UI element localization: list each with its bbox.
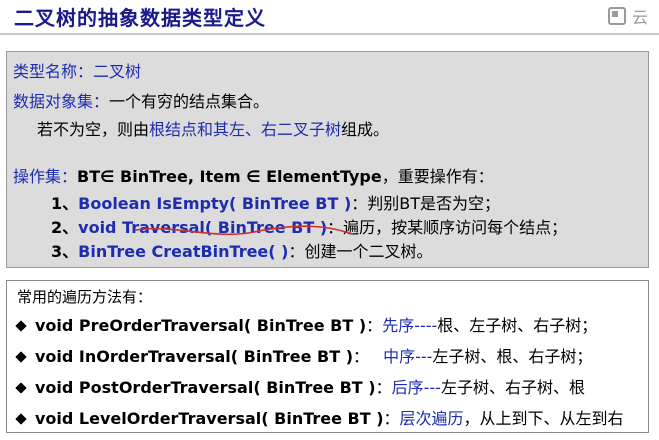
nonempty-prefix: 若不为空，则由 [37,120,150,139]
data-objects-value: 一个有穷的结点集合。 [109,92,270,111]
traversal-signature: void InOrderTraversal( BinTree BT ) [35,347,354,366]
watermark-text: 云 [632,8,649,27]
traversal-item: void LevelOrderTraversal( BinTree BT )：层… [13,405,624,429]
cloud-logo-icon [608,7,626,25]
traversal-colon: ： [375,378,392,397]
ops-suffix: ，重要操作有： [381,167,494,186]
traversal-colon: ： [366,316,383,335]
traversal-description: 左子树、根、右子树； [432,347,593,366]
traversal-heading: 常用的遍历方法有： [17,288,153,306]
traversal-name: 层次遍历 [399,409,464,428]
ops-text: BT∈ BinTree, Item ∈ ElementType [77,167,382,186]
nonempty-suffix: 组成。 [341,120,390,139]
adt-definition-box: 类型名称：二叉树 数据对象集：一个有穷的结点集合。 若不为空，则由根结点和其左、… [6,51,649,268]
traversal-signature: void PreOrderTraversal( BinTree BT ) [35,316,367,335]
traversal-item: void PostOrderTraversal( BinTree BT )：后序… [13,374,585,398]
title-divider [0,33,659,35]
ops-line: 操作集：BT∈ BinTree, Item ∈ ElementType，重要操作… [13,163,494,187]
traversal-methods-box: 常用的遍历方法有： void PreOrderTraversal( BinTre… [6,280,649,433]
type-name-label: 类型名称： [13,62,94,81]
operation-description: ：遍历，按某顺序访问每个结点； [327,218,568,237]
traversal-name: 后序--- [391,378,441,397]
operation-number: 1、 [51,194,79,213]
data-objects-label: 数据对象集： [13,92,110,111]
traversal-description: 根、左子树、右子树； [437,316,598,335]
operation-item: 3、BinTree CreatBinTree( )：创建一个二叉树。 [51,238,433,262]
traversal-colon: ： [353,347,370,366]
diamond-bullet-icon [15,413,27,425]
operation-signature: Boolean IsEmpty( BinTree BT ) [78,194,352,213]
operation-description: ：创建一个二叉树。 [288,242,433,261]
traversal-name: 中序--- [383,347,433,366]
page-title: 二叉树的抽象数据类型定义 [14,6,266,30]
traversal-signature: void PostOrderTraversal( BinTree BT ) [35,378,376,397]
traversal-description: 左子树、右子树、根 [440,378,585,397]
operation-number: 2、 [51,218,79,237]
diamond-bullet-icon [15,320,27,332]
traversal-name: 先序---- [382,316,438,335]
operation-description: ：判别BT是否为空； [351,194,501,213]
nonempty-highlight: 根结点和其左、右二叉子树 [149,120,342,139]
operation-item: 1、Boolean IsEmpty( BinTree BT )：判别BT是否为空… [51,190,500,214]
operation-item: 2、void Traversal( BinTree BT )：遍历，按某顺序访问… [51,214,567,238]
operation-number: 3、 [51,242,79,261]
traversal-signature: void LevelOrderTraversal( BinTree BT ) [35,409,384,428]
operation-signature: BinTree CreatBinTree( ) [78,242,289,261]
nonempty-line: 若不为空，则由根结点和其左、右二叉子树组成。 [37,116,389,140]
diamond-bullet-icon [15,382,27,394]
traversal-description: ，从上到下、从左到右 [463,409,624,428]
data-objects-line: 数据对象集：一个有穷的结点集合。 [13,88,269,112]
traversal-item: void InOrderTraversal( BinTree BT )： 中序--… [13,343,592,367]
traversal-colon: ： [383,409,400,428]
type-name-line: 类型名称：二叉树 [13,58,141,82]
ops-label: 操作集： [13,167,78,186]
watermark: 云 [608,4,659,28]
traversal-item: void PreOrderTraversal( BinTree BT )：先序-… [13,312,597,336]
type-name-value: 二叉树 [93,62,142,81]
operation-signature: void Traversal( BinTree BT ) [78,218,328,237]
diamond-bullet-icon [15,351,27,363]
